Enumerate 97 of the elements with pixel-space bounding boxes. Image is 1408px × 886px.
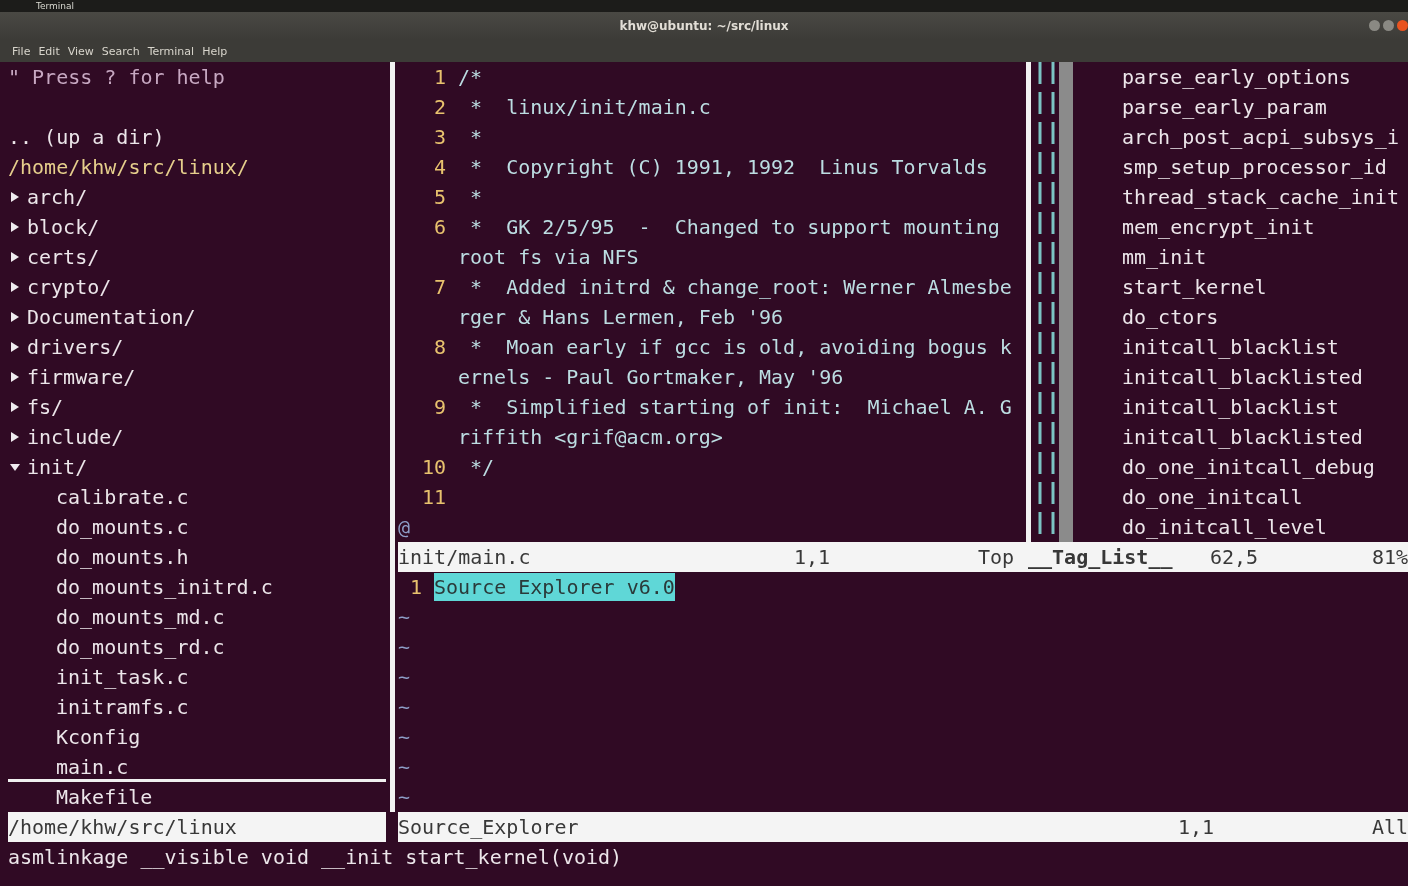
empty-line-marker: ~: [398, 754, 411, 781]
status-position: 62,5: [1210, 544, 1260, 571]
code-comment: ernels - Paul Gortmaker, May '96: [458, 364, 844, 391]
menu-item[interactable]: Terminal: [147, 44, 195, 58]
window-title: khw@ubuntu: ~/src/linux: [619, 19, 789, 33]
code-comment: root fs via NFS: [458, 244, 639, 271]
tree-file[interactable]: do_mounts_initrd.c: [8, 572, 386, 602]
line-number: 4: [432, 154, 447, 181]
code-comment: * Added initrd & change_root: Werner Almesbe: [469, 274, 1012, 301]
status-title: Source_Explorer: [398, 814, 580, 841]
end-marker: @: [398, 514, 411, 541]
tree-file[interactable]: init_task.c: [8, 662, 386, 692]
tag-item[interactable]: start_kernel: [1122, 272, 1267, 302]
line-number: 10: [420, 454, 447, 481]
code-comment: /*: [458, 64, 483, 91]
tag-item[interactable]: parse_early_param: [1122, 92, 1327, 122]
code-comment: */: [469, 454, 495, 481]
tag-item[interactable]: do_ctors: [1122, 302, 1219, 332]
status-scroll: Top: [978, 544, 1016, 571]
empty-line-marker: ~: [398, 664, 411, 691]
tree-file[interactable]: calibrate.c: [8, 482, 386, 512]
menu-item[interactable]: File: [12, 44, 31, 58]
status-position: 1,1: [1178, 814, 1216, 841]
tag-item[interactable]: do_initcall_level: [1122, 512, 1327, 542]
current-path: /home/khw/src/linux/: [8, 154, 249, 181]
code-comment: rger & Hans Lermen, Feb '96: [458, 304, 784, 331]
code-comment: * linux/init/main.c: [469, 94, 711, 121]
up-dir-link[interactable]: .. (up a dir): [8, 122, 165, 152]
minimize-button[interactable]: [1369, 20, 1380, 31]
empty-line-marker: ~: [398, 634, 411, 661]
menu-item[interactable]: Search: [101, 44, 140, 58]
tag-item[interactable]: initcall_blacklisted: [1122, 362, 1363, 392]
empty-line-marker: ~: [398, 784, 411, 811]
tree-file[interactable]: main.c: [8, 752, 386, 782]
close-button[interactable]: [1397, 20, 1408, 31]
folder-item[interactable]: fs/: [27, 392, 64, 422]
app-menu[interactable]: Terminal: [36, 1, 75, 11]
tree-file[interactable]: do_mounts.h: [8, 542, 386, 572]
empty-line-marker: ~: [398, 694, 411, 721]
menu-item[interactable]: View: [67, 44, 94, 58]
tree-file[interactable]: initramfs.c: [8, 692, 386, 722]
menu-item[interactable]: Help: [202, 44, 228, 58]
tag-item[interactable]: initcall_blacklist: [1122, 332, 1339, 362]
line-number: 8: [432, 334, 447, 361]
folder-item[interactable]: certs/: [27, 242, 100, 272]
tag-item[interactable]: do_one_initcall: [1122, 482, 1303, 512]
tag-item[interactable]: initcall_blacklist: [1122, 392, 1339, 422]
tag-item[interactable]: parse_early_options: [1122, 62, 1351, 92]
tag-item[interactable]: thread_stack_cache_init: [1122, 182, 1399, 212]
line-number: 3: [432, 124, 447, 151]
maximize-button[interactable]: [1383, 20, 1394, 31]
tree-file[interactable]: Makefile: [8, 782, 386, 812]
line-number: 11: [420, 484, 447, 511]
folder-item[interactable]: crypto/: [27, 272, 112, 302]
tag-item[interactable]: initcall_blacklisted: [1122, 422, 1363, 452]
folder-item[interactable]: Documentation/: [27, 302, 196, 332]
tag-item[interactable]: arch_post_acpi_subsys_i: [1122, 122, 1399, 152]
command-line: asmlinkage __visible void __init start_kernel(void): [8, 844, 623, 871]
status-title: __Tag_List__: [1028, 544, 1174, 571]
folder-item[interactable]: firmware/: [27, 362, 136, 392]
tree-file[interactable]: do_mounts_md.c: [8, 602, 386, 632]
code-comment: *: [469, 184, 483, 211]
line-number: 1: [408, 574, 423, 601]
tree-file[interactable]: do_mounts.c: [8, 512, 386, 542]
explorer-title: Source Explorer v6.0: [434, 573, 675, 601]
code-comment: * GK 2/5/95 - Changed to support mounting: [469, 214, 1000, 241]
line-number: 6: [432, 214, 447, 241]
status-file: init/main.c: [398, 544, 532, 571]
line-number: 9: [432, 394, 447, 421]
line-number: 5: [432, 184, 447, 211]
line-number: 7: [432, 274, 447, 301]
empty-line-marker: ~: [398, 604, 411, 631]
line-number: 2: [432, 94, 447, 121]
status-path: /home/khw/src/linux: [8, 814, 237, 841]
tree-file[interactable]: do_mounts_rd.c: [8, 632, 386, 662]
folder-item[interactable]: include/: [27, 422, 124, 452]
menu-item[interactable]: Edit: [38, 44, 60, 58]
folder-item[interactable]: drivers/: [27, 332, 124, 362]
code-comment: * Copyright (C) 1991, 1992 Linus Torvalds: [469, 154, 988, 181]
folder-item[interactable]: arch/: [27, 182, 88, 212]
empty-line-marker: ~: [398, 724, 411, 751]
line-number: 1: [432, 64, 447, 91]
tag-item[interactable]: do_one_initcall_debug: [1122, 452, 1375, 482]
folder-item[interactable]: init/: [27, 452, 88, 482]
tag-item[interactable]: mm_init: [1122, 242, 1207, 272]
status-position: 1,1: [794, 544, 832, 571]
tree-file[interactable]: Kconfig: [8, 722, 386, 752]
help-hint: " Press ? for help: [8, 64, 225, 91]
code-comment: * Moan early if gcc is old, avoiding bogus k: [469, 334, 1012, 361]
code-comment: * Simplified starting of init: Michael A. G: [469, 394, 1012, 421]
code-comment: *: [469, 124, 483, 151]
code-comment: riffith <grif@acm.org>: [458, 424, 723, 451]
tag-item[interactable]: smp_setup_processor_id: [1122, 152, 1387, 182]
status-scroll: 81%: [1371, 544, 1408, 571]
tag-item[interactable]: mem_encrypt_init: [1122, 212, 1315, 242]
status-scroll: All: [1371, 814, 1408, 841]
folder-item[interactable]: block/: [27, 212, 100, 242]
